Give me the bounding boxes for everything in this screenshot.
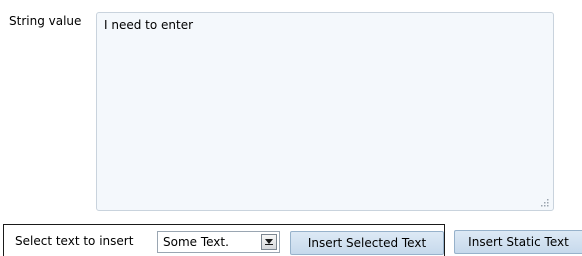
text-select-value: Some Text.: [163, 235, 229, 249]
chevron-down-icon[interactable]: [261, 234, 277, 250]
insert-selected-text-button[interactable]: Insert Selected Text: [290, 231, 444, 255]
string-value-label: String value: [9, 14, 82, 28]
text-select-dropdown[interactable]: Some Text.: [157, 231, 280, 253]
resize-grip-icon[interactable]: [539, 196, 549, 207]
select-insert-group: Select text to insert Some Text. Insert …: [3, 224, 445, 256]
insert-static-text-button[interactable]: Insert Static Text: [454, 230, 582, 254]
string-value-form: String value I need to enter Select text…: [0, 0, 582, 256]
string-value-textarea[interactable]: I need to enter: [96, 12, 554, 211]
select-text-label: Select text to insert: [15, 234, 134, 248]
insert-toolbar: Select text to insert Some Text. Insert …: [0, 224, 582, 256]
string-value-text[interactable]: I need to enter: [104, 18, 546, 32]
